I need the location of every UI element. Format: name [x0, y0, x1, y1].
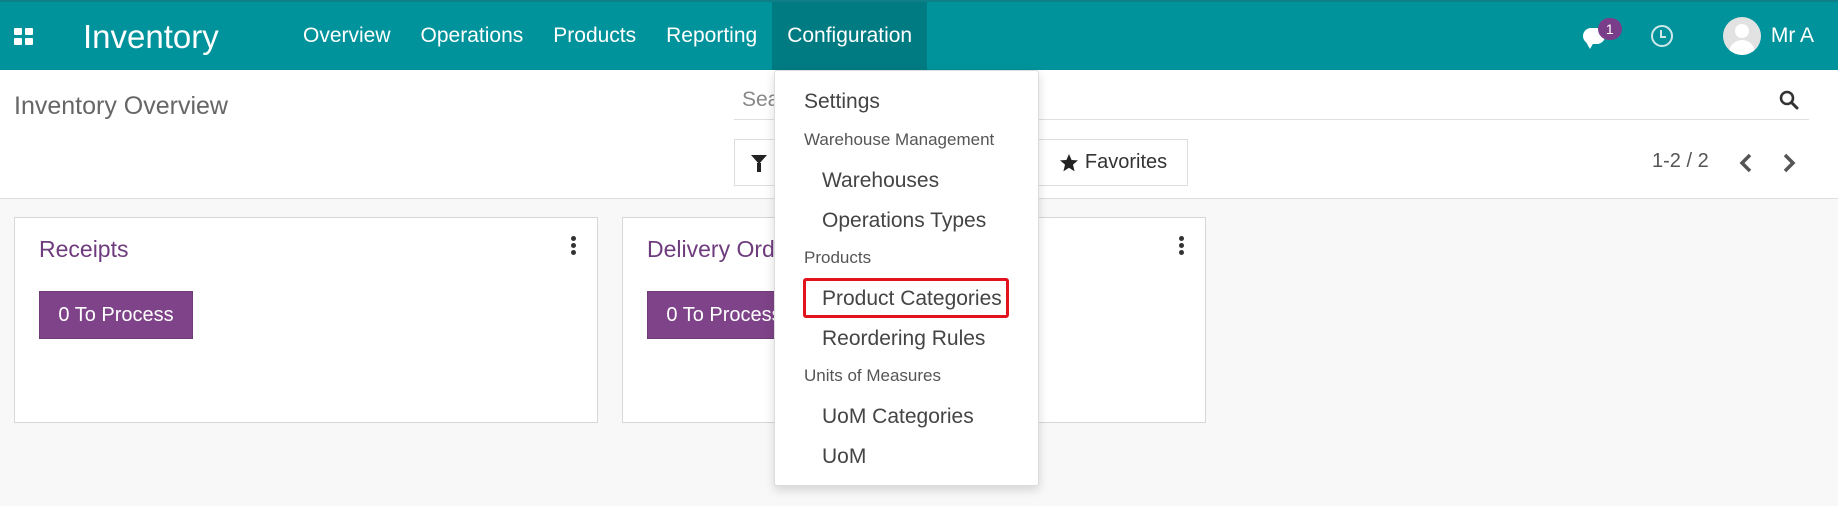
- menu-item-uom-categories[interactable]: UoM Categories: [822, 405, 974, 429]
- top-navbar: Inventory Overview Operations Products R…: [0, 0, 1838, 70]
- section-header-products: Products: [804, 248, 872, 267]
- menu-overview[interactable]: Overview: [288, 2, 406, 70]
- card-title[interactable]: Receipts: [39, 236, 128, 263]
- menu-item-product-categories[interactable]: Product Categories: [822, 287, 1002, 311]
- menu-configuration[interactable]: Configuration: [772, 2, 928, 70]
- section-header-warehouse: Warehouse Management: [804, 130, 995, 149]
- favorites-button[interactable]: Favorites: [1038, 139, 1188, 186]
- search-icon[interactable]: [1779, 90, 1799, 110]
- filter-icon: [751, 155, 767, 172]
- user-name[interactable]: Mr A: [1771, 24, 1814, 48]
- chevron-left-icon[interactable]: [1737, 152, 1755, 174]
- receipts-card: Receipts 0 To Process: [14, 217, 598, 423]
- menu-item-settings[interactable]: Settings: [804, 90, 880, 114]
- chat-badge: 1: [1597, 18, 1622, 40]
- navbar-right: 1 Mr A: [1581, 2, 1838, 70]
- avatar[interactable]: [1722, 17, 1761, 55]
- pager-value[interactable]: 1-2 / 2: [1652, 150, 1709, 173]
- clock-icon[interactable]: [1650, 25, 1673, 47]
- chevron-right-icon[interactable]: [1780, 152, 1798, 174]
- menu-item-warehouses[interactable]: Warehouses: [822, 169, 939, 193]
- to-process-button[interactable]: 0 To Process: [39, 291, 193, 339]
- kebab-menu-icon[interactable]: [1179, 236, 1185, 256]
- menu-operations[interactable]: Operations: [406, 2, 539, 70]
- star-icon: [1059, 153, 1078, 171]
- page-title: Inventory Overview: [14, 92, 228, 120]
- menu-reporting[interactable]: Reporting: [651, 2, 772, 70]
- menu-item-uom[interactable]: UoM: [822, 445, 866, 469]
- configuration-dropdown: Settings Warehouse Management Warehouses…: [774, 70, 1039, 486]
- app-brand[interactable]: Inventory: [83, 18, 219, 56]
- menu-item-operation-types[interactable]: Operations Types: [822, 209, 986, 233]
- favorites-label: Favorites: [1084, 151, 1168, 173]
- main-menu: Overview Operations Products Reporting C…: [288, 2, 928, 70]
- filters-button[interactable]: [734, 139, 774, 186]
- menu-products[interactable]: Products: [538, 2, 651, 70]
- kebab-menu-icon[interactable]: [571, 236, 577, 256]
- apps-grid-icon[interactable]: [14, 28, 34, 45]
- menu-item-reordering-rules[interactable]: Reordering Rules: [822, 327, 985, 351]
- chat-icon[interactable]: 1: [1581, 18, 1622, 51]
- section-header-uom: Units of Measures: [804, 366, 941, 385]
